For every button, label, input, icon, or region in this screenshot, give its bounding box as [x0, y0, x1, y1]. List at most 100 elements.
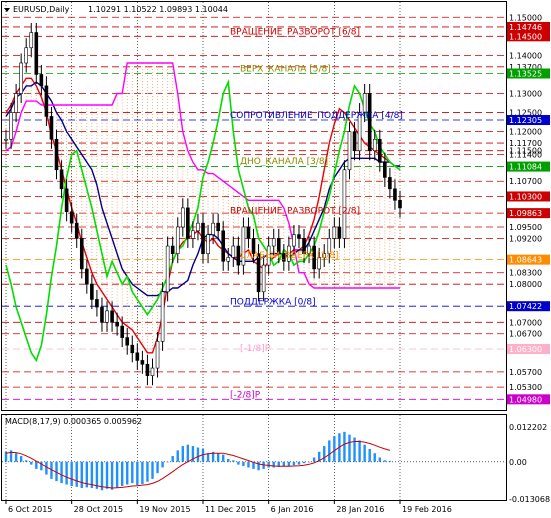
candle-body	[54, 138, 59, 171]
macd-bar	[196, 447, 200, 462]
macd-bar	[110, 461, 114, 490]
macd-bar	[232, 460, 235, 462]
time-tick-label: 6 Jan 2016	[271, 505, 314, 514]
candle-body	[175, 226, 180, 254]
time-axis: 6 Oct 2015 28 Oct 2015 19 Nov 2015 11 Dec 2…	[5, 500, 452, 514]
price-tick-label: 1.14500	[509, 32, 542, 41]
price-tick-label: 1.08300	[509, 269, 542, 278]
macd-bar	[156, 461, 159, 474]
macd-bar	[95, 461, 99, 489]
macd-bar	[368, 448, 371, 462]
price-tick-label: 1.14000	[509, 51, 542, 60]
macd-bar	[131, 461, 134, 484]
level-label: СОПРОТИВЛЕНИЕ_ПОДДЕРЖКА [4/8]	[230, 111, 403, 121]
macd-bar	[186, 444, 190, 462]
candle-body	[4, 138, 8, 141]
candle-body	[165, 245, 170, 293]
macd-bar	[60, 461, 63, 484]
candle-body	[271, 238, 276, 247]
price-tick-label: 1.13000	[509, 90, 542, 99]
macd-bar	[30, 461, 33, 465]
price-tick-label: 1.14746	[509, 23, 542, 32]
candle-body	[231, 245, 236, 258]
price-tick-label: 1.11400	[509, 151, 542, 160]
price-tick-label: 1.05300	[509, 383, 542, 392]
candle-body	[49, 116, 54, 140]
candle-body	[34, 32, 39, 75]
candle-body	[130, 344, 135, 354]
macd-bar	[181, 446, 184, 462]
eurusd-daily-chart[interactable]: ВРАЩЕНИЕ_РАЗВОРОТ [6/8] ВЕРХ_КАНАЛА [5/8]…	[0, 0, 551, 518]
candle-body	[186, 207, 190, 239]
macd-tick-label: -0.013068	[509, 495, 550, 504]
price-tick-label: 1.13525	[509, 69, 542, 78]
macd-bar	[267, 461, 270, 468]
macd-bar	[292, 461, 296, 466]
level-label: ПОДДЕРЖКА [0/8]	[230, 297, 316, 307]
macd-bar	[333, 436, 336, 462]
price-tick-label: 1.09863	[509, 209, 542, 218]
macd-bar	[35, 461, 38, 469]
level-label: ВРАЩЕНИЕ_РАЗВОРОТ [2/8]	[230, 207, 360, 217]
macd-bar	[25, 460, 28, 462]
time-tick-label: 28 Oct 2015	[74, 505, 123, 514]
candle-body	[44, 85, 49, 117]
candle-body	[110, 310, 114, 323]
macd-bar	[227, 458, 230, 462]
candle-body	[95, 299, 99, 308]
macd-bar	[388, 460, 392, 462]
macd-bar	[343, 431, 346, 462]
price-tick-label: 1.09200	[509, 234, 542, 243]
candle-body	[85, 268, 89, 285]
candle-body	[347, 131, 352, 171]
time-tick-label: 19 Feb 2016	[402, 505, 452, 514]
candle-body	[297, 234, 301, 239]
macd-bar	[171, 456, 174, 462]
macd-bar	[348, 434, 351, 462]
price-tick-label: 1.08643	[509, 256, 542, 265]
candle-body	[145, 363, 150, 376]
price-tick-label: 1.07000	[509, 318, 542, 327]
macd-bar	[151, 461, 154, 479]
macd-bar	[312, 457, 316, 462]
candle-body	[367, 93, 372, 152]
price-axis: 1.150001.147461.145001.140001.137001.135…	[507, 13, 550, 405]
candle-body	[64, 188, 69, 213]
candle-body	[74, 222, 79, 239]
macd-bar	[328, 440, 331, 462]
candle-body	[180, 207, 185, 228]
candle-body	[201, 222, 205, 254]
macd-bar	[282, 461, 286, 467]
candle-body	[90, 283, 94, 300]
ohlc-label: 1.10291 1.10522 1.09893 1.10044	[88, 5, 228, 14]
macd-tick-label: 0.00	[509, 458, 527, 467]
level-label: ВЕРХ_КАНАЛА [5/8]	[240, 65, 331, 75]
macd-bar	[287, 461, 291, 467]
candle-body	[105, 310, 109, 323]
macd-bar	[247, 461, 250, 468]
macd-bar	[136, 461, 139, 486]
macd-bar	[272, 461, 275, 468]
candle-body	[29, 32, 34, 49]
macd-bar	[105, 461, 109, 489]
price-tick-label: 1.15000	[509, 13, 542, 22]
candle-body	[393, 188, 397, 201]
candle-body	[388, 177, 392, 190]
candle-body	[342, 169, 347, 239]
candle-body	[39, 74, 44, 87]
candle-body	[211, 222, 215, 235]
price-tick-label: 1.05700	[509, 368, 542, 377]
macd-bar	[126, 461, 129, 485]
candle-body	[362, 93, 367, 113]
candle-body	[372, 138, 377, 152]
macd-bar	[146, 461, 149, 482]
price-tick-label: 1.08000	[509, 280, 542, 289]
macd-plot-frame[interactable]	[1, 414, 507, 501]
candle-body	[246, 226, 251, 239]
candle-body	[337, 226, 342, 239]
macd-bar	[70, 461, 73, 486]
macd-bar	[237, 461, 240, 465]
price-tick-label: 1.10700	[509, 177, 542, 186]
macd-bar	[80, 461, 83, 488]
time-tick-label: 19 Nov 2015	[139, 505, 190, 514]
